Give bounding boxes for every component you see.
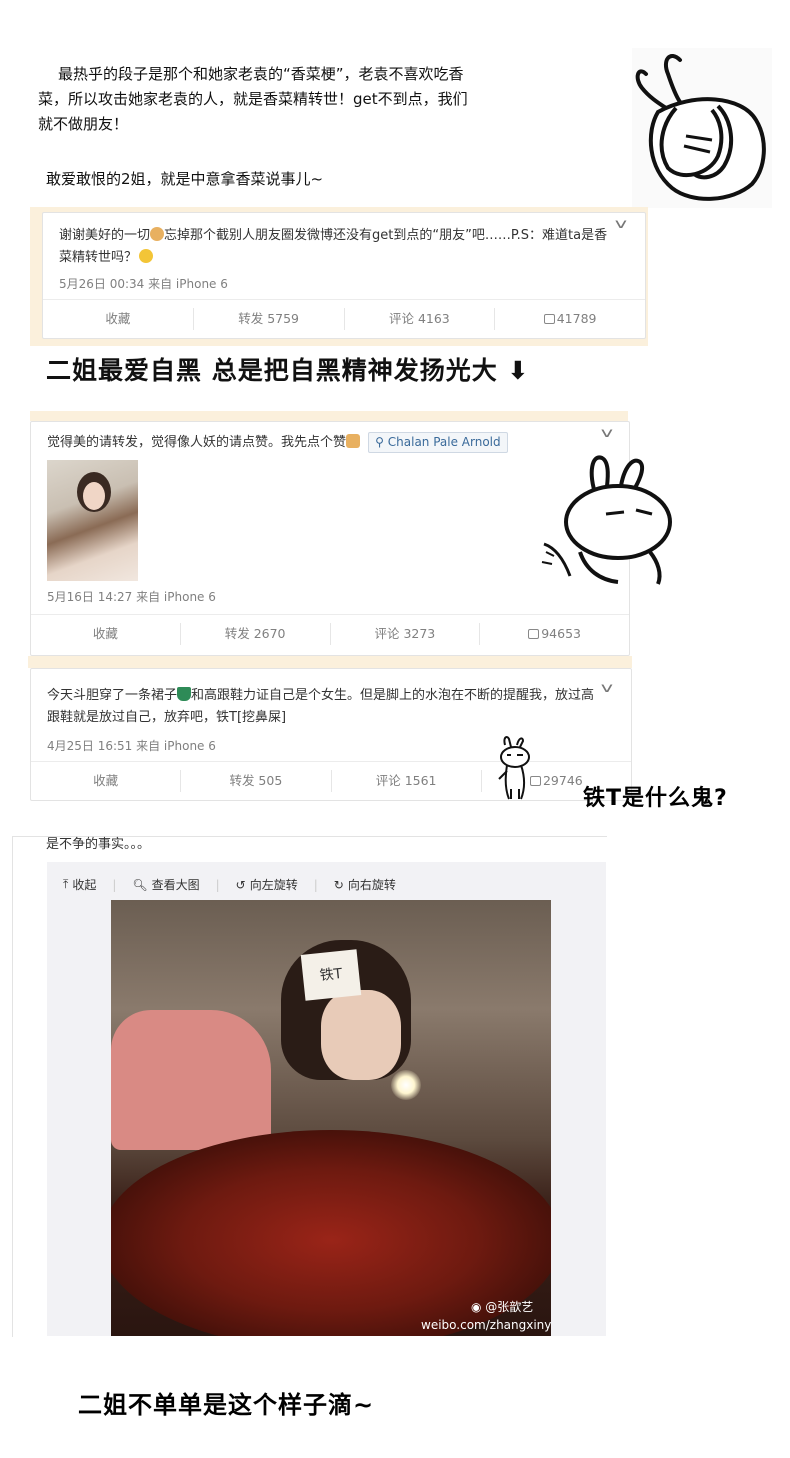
rabbit-cover-face-icon [632,48,772,208]
post3-actions: 收藏 转发 505 评论 1561 29746 [31,761,631,800]
repost-button[interactable]: 转发 5759 [192,308,344,330]
intro-text: 最热乎的段子是那个和她家老袁的“香菜梗”，老袁不喜欢吃香菜，所以攻击她家老袁的人… [38,65,468,133]
view-large-button[interactable]: 🔍︎ 查看大图 [132,876,199,893]
caption-not-only: 二姐不单单是这个样子滴~ [78,1391,375,1419]
rabbit-smug-icon [540,452,675,587]
repost-button[interactable]: 转发 505 [180,770,330,792]
thumbs-up-icon [528,629,540,639]
photo-sweater [111,1010,271,1150]
post4-media-panel: ⤒ 收起 | 🔍︎ 查看大图 | ↺ 向左旋转 | ↻ 向右旋转 铁T ◉ @张歆艺 w… [47,862,606,1336]
post1-meta: 5月26日 00:34 来自 iPhone 6 [59,277,228,291]
laugh-cry-icon [139,249,154,263]
comment-button[interactable]: 评论 3273 [329,623,480,645]
repost-button[interactable]: 转发 2670 [179,623,330,645]
post2-frame-top [30,411,628,421]
post1-text: 谢谢美好的一切 忘掉那个截别人朋友圈发微博还没有get到点的“朋友”吧……P.S：… [59,227,608,265]
toolbar-divider: | [313,877,318,892]
intro-paragraph: 最热乎的段子是那个和她家老袁的“香菜梗”，老袁不喜欢吃香菜，所以攻击她家老袁的人… [38,62,468,137]
rotate-right-icon: ↻ [333,877,344,892]
pray-icon [150,227,165,241]
caption-self-mocking: 二姐最爱自黑 总是把自黑精神发扬光大 ⬇ [46,356,530,385]
rotate-left-button[interactable]: ↺ 向左旋转 [236,876,298,893]
post1-card: 谢谢美好的一切 忘掉那个截别人朋友圈发微博还没有get到点的“朋友”吧……P.S：… [42,212,646,339]
toolbar-divider: | [112,877,117,892]
weibo-logo-icon: ◉ [471,1300,486,1314]
photo-light-flare [391,1070,421,1100]
rotate-right-button[interactable]: ↻ 向右旋转 [334,876,396,893]
post2-actions: 收藏 转发 2670 评论 3273 94653 [31,614,629,653]
photo-face [83,482,105,510]
post2-meta: 5月16日 14:27 来自 iPhone 6 [47,590,216,604]
dress-icon [177,687,192,701]
comment-button[interactable]: 评论 1561 [330,770,481,792]
post4-text: 是不争的事实。。。 [46,837,151,852]
chevron-down-icon[interactable]: v [615,217,627,232]
chevron-down-icon[interactable]: v [601,426,613,441]
comment-button[interactable]: 评论 4163 [343,308,495,330]
post3-frame-top [28,656,632,668]
favorite-button[interactable]: 收藏 [31,623,180,645]
post3-meta: 4月25日 16:51 来自 iPhone 6 [47,739,216,753]
like-button[interactable]: 94653 [479,623,629,645]
watermark-url: weibo.com/zhangxinyi [421,1318,551,1332]
thumbs-up-icon [543,314,555,324]
photo-face [321,990,401,1080]
thumbs-up-emoji-icon [346,434,361,448]
sticky-note: 铁T [300,949,362,1001]
caption-what-is-tiet: 铁T是什么鬼? [583,786,728,811]
post3-card: 今天斗胆穿了一条裙子 和高跟鞋力证自己是个女生。但是脚上的水泡在不断的提醒我，放过… [30,668,632,801]
favorite-button[interactable]: 收藏 [31,770,180,792]
location-tag[interactable]: ⚲ Chalan Pale Arnold [368,432,508,453]
collapse-icon: ⤒ [63,877,69,891]
search-icon: 🔍︎ [132,877,148,892]
watermark-handle: ◉ @张歆艺 [471,1300,534,1314]
post4-photo[interactable]: 铁T ◉ @张歆艺 weibo.com/zhangxinyi [111,900,551,1336]
post2-text-row: 觉得美的请转发，觉得像人妖的请点赞。我先点个赞 ⚲ Chalan Pale Ar… [47,432,587,454]
intro-line2: 敢爱敢恨的2姐，就是中意拿香菜说事儿~ [46,170,324,188]
like-button[interactable]: 41789 [494,308,645,330]
location-pin-icon: ⚲ [375,435,388,449]
post1-actions: 收藏 转发 5759 评论 4163 41789 [43,299,645,338]
rabbit-small-icon [493,735,533,803]
image-toolbar: ⤒ 收起 | 🔍︎ 查看大图 | ↺ 向左旋转 | ↻ 向右旋转 [63,876,396,893]
chevron-down-icon[interactable]: v [601,681,613,696]
collapse-button[interactable]: ⤒ 收起 [63,876,96,893]
toolbar-divider: | [215,877,220,892]
rotate-left-icon: ↺ [235,877,246,892]
post3-text: 今天斗胆穿了一条裙子 和高跟鞋力证自己是个女生。但是脚上的水泡在不断的提醒我，放过… [47,687,595,725]
post2-photo[interactable] [47,460,138,581]
favorite-button[interactable]: 收藏 [43,308,193,330]
